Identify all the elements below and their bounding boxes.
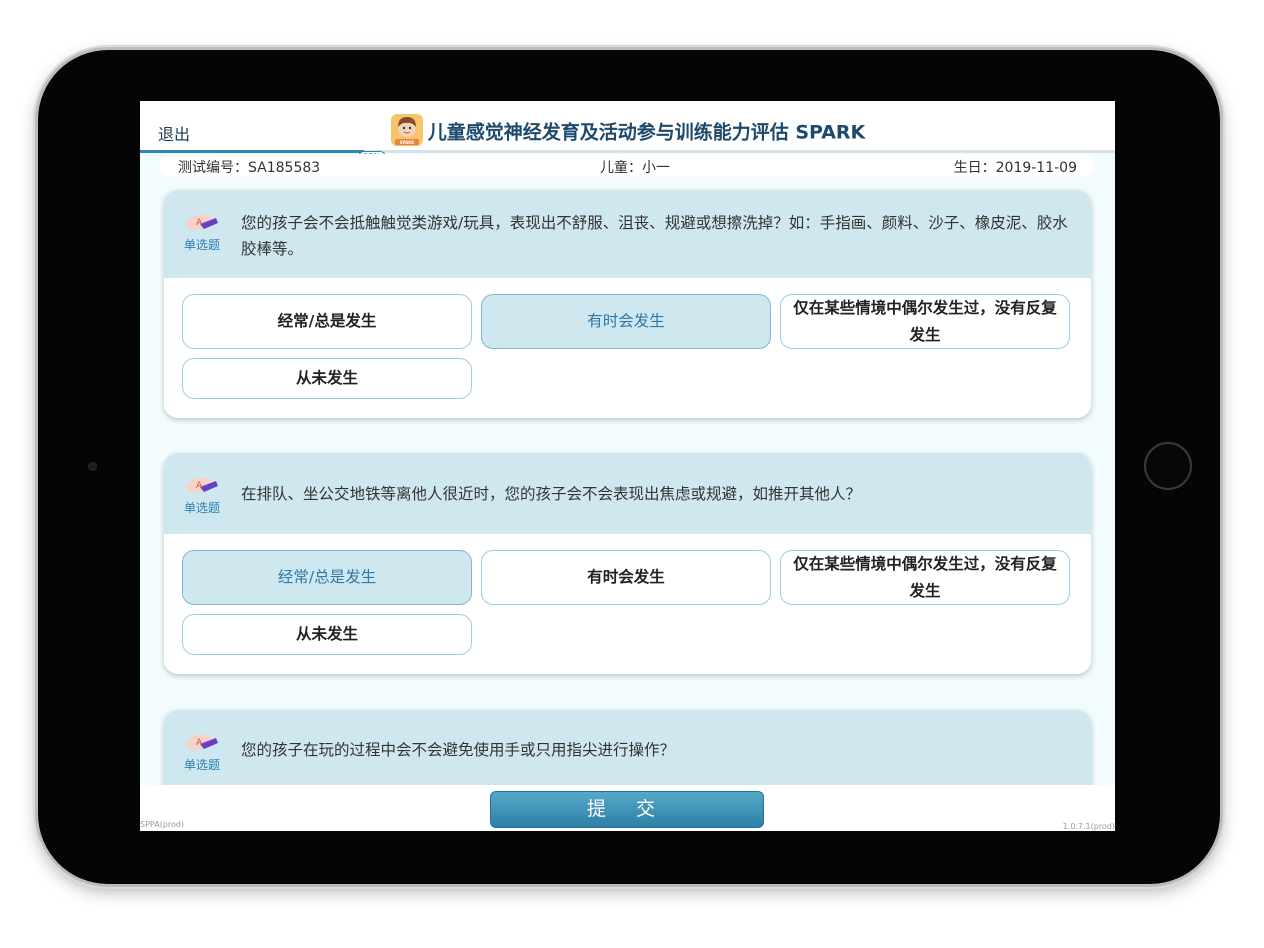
- option-occasionally[interactable]: 仅在某些情境中偶尔发生过，没有反复发生: [780, 294, 1070, 349]
- pencil-eraser-icon: A: [186, 477, 218, 493]
- option-often[interactable]: 经常/总是发生: [182, 550, 472, 605]
- camera-dot: [88, 462, 97, 471]
- single-choice-badge: A 单选题: [182, 473, 222, 516]
- question-text: 您的孩子会不会抵触触觉类游戏/玩具，表现出不舒服、沮丧、规避或想擦洗掉？如：手指…: [241, 214, 1068, 258]
- option-never[interactable]: 从未发生: [182, 614, 472, 655]
- question-header: A 单选题 您的孩子会不会抵触触觉类游戏/玩具，表现出不舒服、沮丧、规避或想擦洗…: [164, 190, 1091, 278]
- option-sometimes[interactable]: 有时会发生: [481, 294, 771, 349]
- single-choice-badge: A 单选题: [182, 730, 222, 773]
- top-bar: 退出 SPARK 儿童感觉神经发育及活动参与训练能力评估 SPARK: [140, 101, 1115, 151]
- info-bar: 测试编号：SA185583 儿童：小一 生日：2019-11-09: [160, 154, 1095, 176]
- version-label: 1.0.7.1(prod): [1062, 822, 1115, 831]
- child-name: 儿童：小一: [600, 160, 670, 176]
- progress-fill: [140, 150, 364, 153]
- page-title: SPARK 儿童感觉神经发育及活动参与训练能力评估 SPARK: [140, 114, 1115, 150]
- svg-text:A: A: [196, 481, 203, 491]
- svg-text:A: A: [196, 738, 203, 748]
- home-button[interactable]: [1144, 442, 1192, 490]
- single-choice-badge: A 单选题: [182, 210, 222, 253]
- spark-logo-icon: SPARK: [390, 114, 423, 146]
- pencil-eraser-icon: A: [186, 214, 218, 230]
- footer-bar: 提 交 SPPA(prod) 1.0.7.1(prod): [140, 785, 1115, 831]
- progress-bar: [140, 150, 1115, 153]
- option-occasionally[interactable]: 仅在某些情境中偶尔发生过，没有反复发生: [780, 550, 1070, 605]
- submit-button[interactable]: 提 交: [490, 791, 764, 828]
- question-type-label: 单选题: [183, 501, 220, 515]
- question-type-label: 单选题: [183, 238, 220, 252]
- logo-text: SPARK: [399, 140, 415, 145]
- question-text: 您的孩子在玩的过程中会不会避免使用手或只用指尖进行操作？: [241, 741, 676, 759]
- child-birthday: 生日：2019-11-09: [953, 160, 1077, 176]
- question-card: A 单选题 在排队、坐公交地铁等离他人很近时，您的孩子会不会表现出焦虑或规避，如…: [164, 453, 1091, 674]
- svg-text:A: A: [196, 218, 203, 228]
- pencil-eraser-icon: A: [186, 734, 218, 750]
- option-sometimes[interactable]: 有时会发生: [481, 550, 771, 605]
- env-label: SPPA(prod): [140, 820, 185, 829]
- option-never[interactable]: 从未发生: [182, 358, 472, 399]
- question-header: A 单选题 在排队、坐公交地铁等离他人很近时，您的孩子会不会表现出焦虑或规避，如…: [164, 453, 1091, 534]
- title-text: 儿童感觉神经发育及活动参与训练能力评估 SPARK: [427, 121, 866, 144]
- app-screen: 退出 SPARK 儿童感觉神经发育及活动参与训练能力评估 SPARK 23% 测…: [140, 101, 1115, 831]
- question-card: A 单选题 您的孩子会不会抵触触觉类游戏/玩具，表现出不舒服、沮丧、规避或想擦洗…: [164, 190, 1091, 418]
- question-text: 在排队、坐公交地铁等离他人很近时，您的孩子会不会表现出焦虑或规避，如推开其他人？: [241, 485, 862, 503]
- question-type-label: 单选题: [183, 758, 220, 772]
- test-id: 测试编号：SA185583: [178, 160, 321, 176]
- option-often[interactable]: 经常/总是发生: [182, 294, 472, 349]
